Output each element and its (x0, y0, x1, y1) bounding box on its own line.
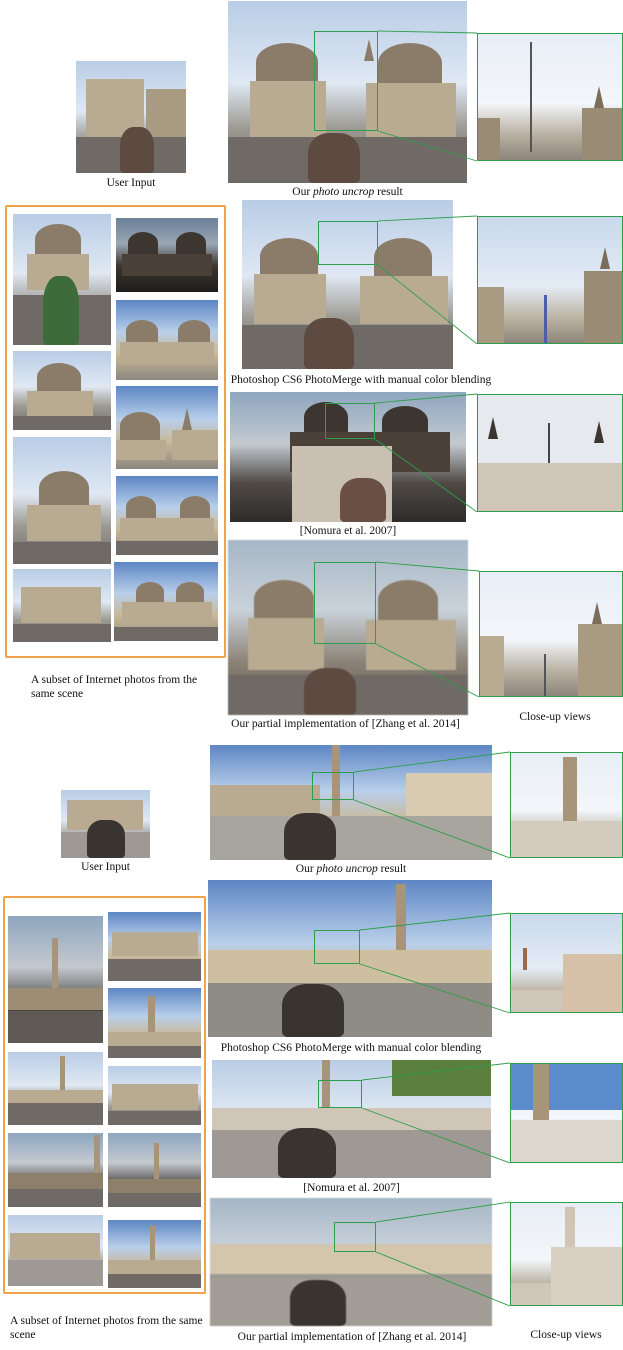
zoom-connector-lines (353, 30, 511, 1307)
